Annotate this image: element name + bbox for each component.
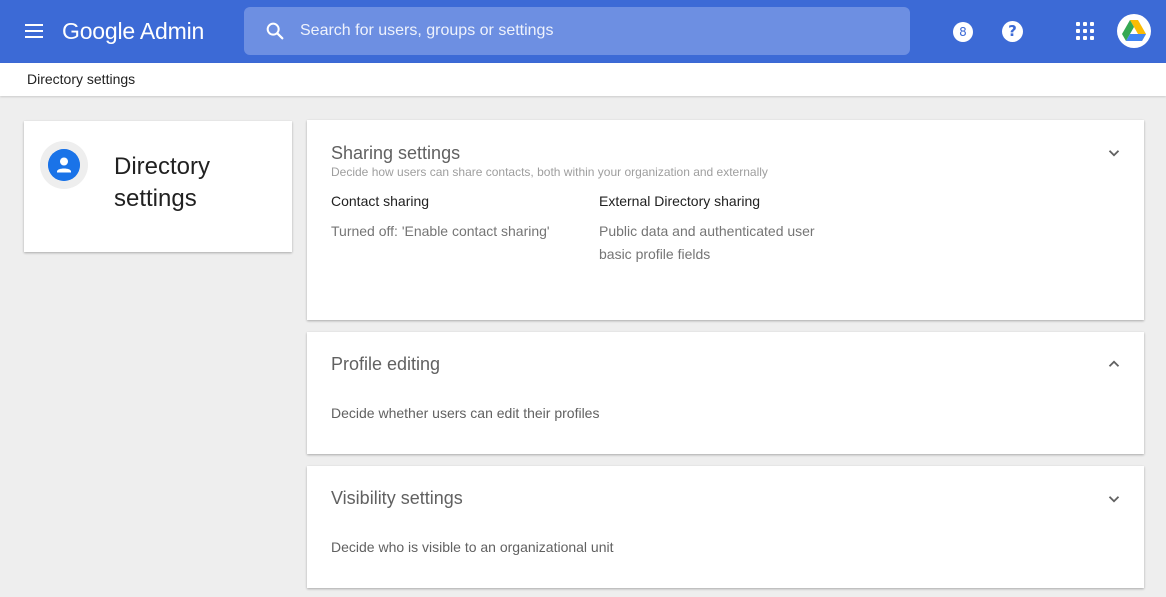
app-logo[interactable]: Google Admin <box>62 16 204 46</box>
section-description: Decide whether users can edit their prof… <box>331 405 600 421</box>
section-title: Visibility settings <box>331 488 463 508</box>
top-app-bar: Google Admin 8 ? <box>0 0 1166 63</box>
contact-sharing-label: Contact sharing <box>331 193 430 209</box>
account-avatar[interactable] <box>1117 14 1151 48</box>
drive-logo-icon <box>1122 20 1146 41</box>
section-title: Sharing settings <box>331 143 461 163</box>
apps-grid-icon[interactable] <box>1076 22 1094 40</box>
search-icon <box>266 22 284 40</box>
person-icon <box>48 149 80 181</box>
profile-editing-card[interactable]: Profile editing Decide whether users can… <box>307 332 1144 454</box>
external-directory-sharing-label: External Directory sharing <box>599 193 761 209</box>
section-title: Profile editing <box>331 354 441 374</box>
page-title: Directory settings <box>114 153 211 212</box>
search-bar[interactable] <box>244 7 910 55</box>
section-subtitle: Decide how users can share contacts, bot… <box>331 165 768 179</box>
visibility-settings-card[interactable]: Visibility settings Decide who is visibl… <box>307 466 1144 588</box>
external-value-line: basic profile fields <box>599 246 711 262</box>
breadcrumb-current[interactable]: Directory settings <box>27 71 135 87</box>
chevron-down-icon[interactable] <box>1105 144 1123 162</box>
chevron-down-icon[interactable] <box>1105 490 1123 508</box>
menu-icon[interactable] <box>22 20 48 42</box>
contact-sharing-value: Turned off: 'Enable contact sharing' <box>331 223 550 239</box>
sharing-settings-card[interactable]: Sharing settings Decide how users can sh… <box>307 120 1144 320</box>
section-description: Decide who is visible to an organization… <box>331 539 614 555</box>
external-value-line: Public data and authenticated user <box>599 223 815 239</box>
breadcrumb: Directory settings <box>0 63 1166 96</box>
directory-icon-container <box>40 141 88 189</box>
notifications-counter-icon[interactable]: 8 <box>953 22 973 42</box>
help-icon[interactable]: ? <box>1002 21 1023 42</box>
search-input[interactable] <box>300 7 890 55</box>
directory-settings-card: Directory settings <box>24 121 292 252</box>
external-directory-sharing-value: Public data and authenticated user basic… <box>599 220 815 266</box>
chevron-up-icon[interactable] <box>1105 355 1123 373</box>
